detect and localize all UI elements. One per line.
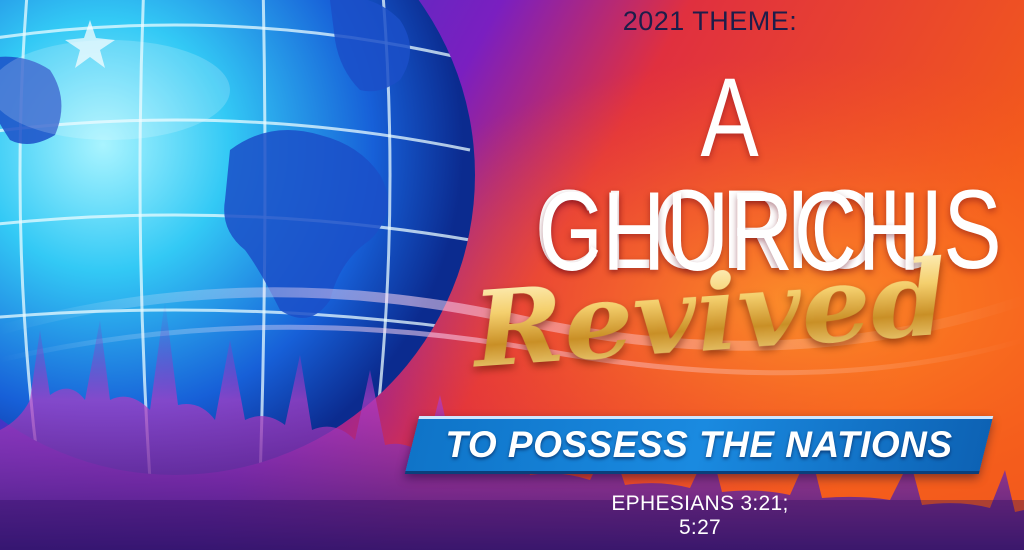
- script-word: Revived: [434, 236, 986, 392]
- text-layer: 2021 THEME: A GLORIOUS CHURCH Revived TO…: [0, 0, 1024, 550]
- theme-label: 2021 THEME:: [622, 6, 798, 36]
- scripture-reference: EPHESIANS 3:21; 5:27: [611, 492, 789, 539]
- banner-text: TO POSSESS THE NATIONS: [445, 424, 953, 465]
- poster: 2021 THEME: A GLORIOUS CHURCH Revived TO…: [0, 0, 1024, 550]
